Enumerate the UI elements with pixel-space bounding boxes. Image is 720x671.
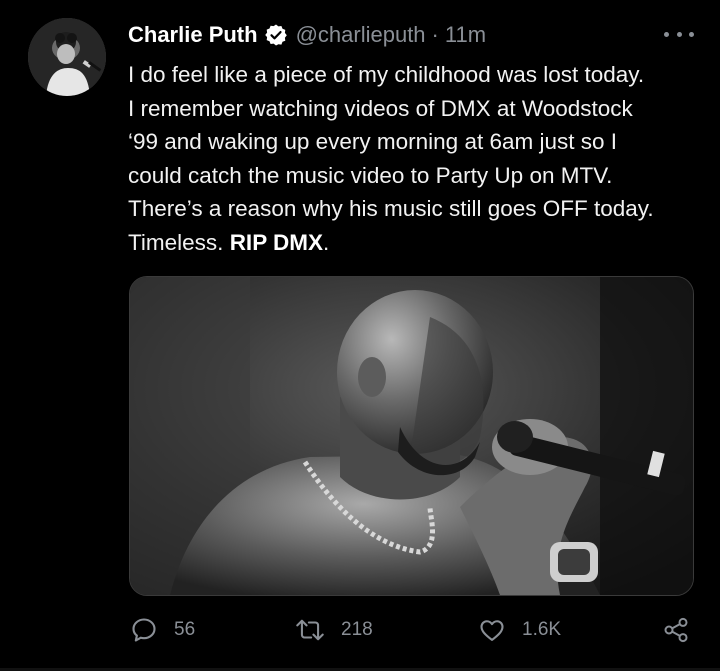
tweet-media-photo[interactable] — [129, 276, 694, 596]
reply-button[interactable]: 56 — [130, 610, 195, 650]
tweet-text-line: I remember watching videos of DMX at Woo… — [128, 95, 633, 121]
like-count: 1.6K — [522, 619, 562, 640]
photo-image — [130, 277, 693, 595]
user-handle[interactable]: @charlieputh — [296, 22, 426, 48]
avatar-photo — [28, 18, 106, 96]
retweet-count: 218 — [341, 619, 373, 640]
tweet-text-line: There’s a reason why his music still goe… — [128, 196, 654, 221]
retweet-button[interactable]: 218 — [295, 610, 373, 650]
tweet-text-fragment: . — [323, 229, 330, 255]
tweet-text-line: could catch the music video to Party Up … — [128, 162, 613, 188]
share-icon — [662, 616, 690, 644]
tweet[interactable]: Charlie Puth @charlieputh · 11m I do fee… — [0, 0, 720, 671]
tweet-text-line: I do feel like a piece of my childhood w… — [128, 62, 645, 87]
reply-count: 56 — [174, 619, 196, 640]
tweet-actions-bar: 56 218 1.6K — [0, 610, 720, 650]
retweet-icon — [295, 616, 325, 644]
display-name[interactable]: Charlie Puth — [128, 22, 258, 48]
separator-dot: · — [431, 22, 439, 47]
tweet-text-line: ‘99 and waking up every morning at 6am j… — [128, 129, 618, 154]
more-options-icon[interactable] — [664, 22, 694, 46]
reply-icon — [130, 616, 158, 644]
verified-badge-icon — [264, 23, 288, 47]
tweet-text-last-line: Timeless. RIP DMX. — [128, 226, 708, 260]
tweet-header: Charlie Puth @charlieputh · 11m — [128, 18, 486, 52]
tweet-text: I do feel like a piece of my childhood w… — [128, 58, 708, 259]
avatar[interactable] — [28, 18, 106, 96]
like-button[interactable]: 1.6K — [478, 610, 561, 650]
timestamp[interactable]: 11m — [445, 22, 486, 48]
tweet-text-fragment: Timeless. — [128, 229, 230, 255]
tweet-text-emphasis: RIP DMX — [229, 229, 324, 255]
share-button[interactable] — [662, 610, 690, 650]
heart-icon — [478, 616, 506, 644]
